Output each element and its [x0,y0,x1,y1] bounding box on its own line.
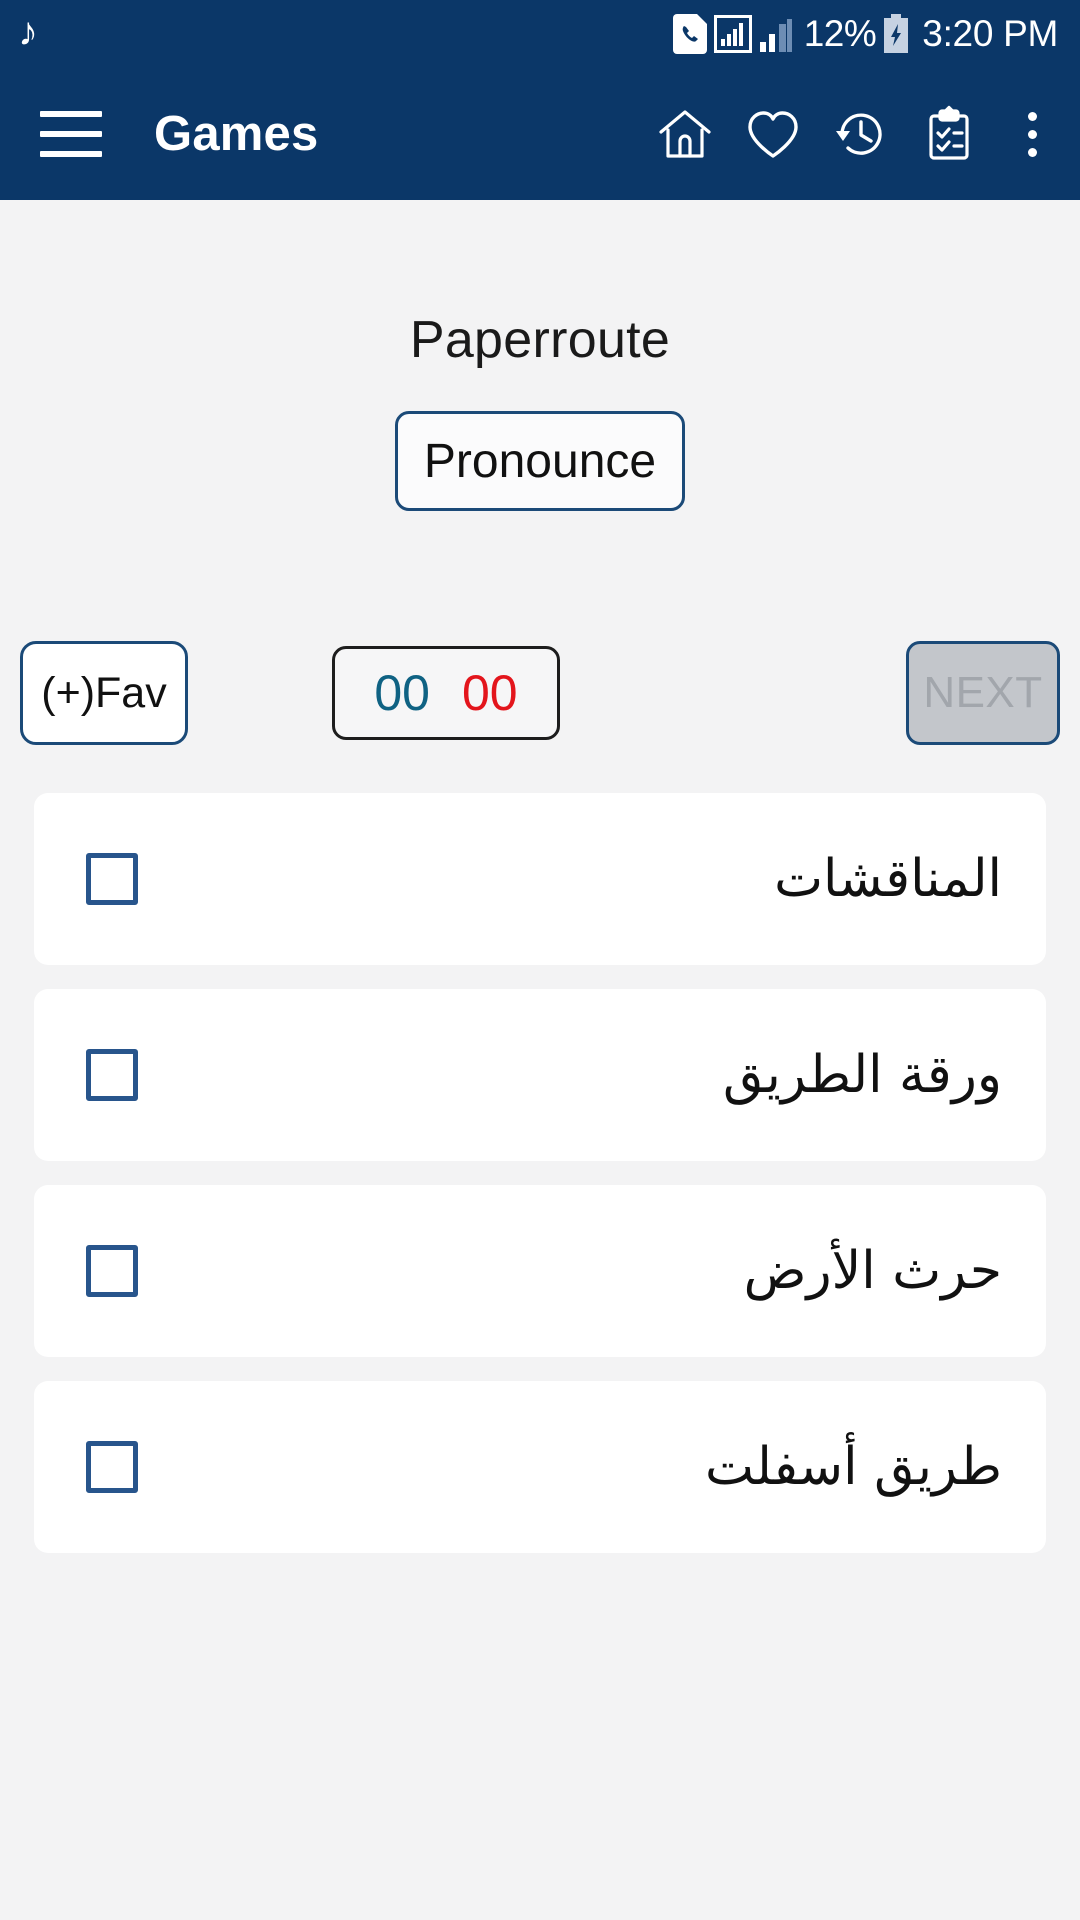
phone-sim-icon [672,14,707,54]
control-row: (+)Fav 00 00 NEXT [0,641,1080,746]
battery-charging-icon [884,14,909,53]
option-row[interactable]: حرث الأرض [34,1185,1046,1358]
hamburger-line [40,151,102,157]
option-checkbox[interactable] [86,1441,138,1494]
hamburger-line [40,131,102,137]
score-display: 00 00 [332,646,560,741]
next-button-label: NEXT [923,668,1043,718]
word-prompt: Paperroute [409,311,671,369]
history-icon[interactable] [830,103,892,165]
app-bar: Games [0,68,1080,200]
add-favourite-label: (+)Fav [41,668,167,717]
score-correct: 00 [374,665,430,722]
signal-bars-icon [759,19,792,52]
option-label: حرث الأرض [743,1240,1002,1301]
battery-percent-label: 12% [803,13,877,54]
option-checkbox[interactable] [86,853,138,906]
status-bar: ♪ 12% 3:20 PM [0,0,1080,68]
overflow-dot [1027,111,1037,121]
page-title: Games [154,107,319,161]
overflow-dot [1027,129,1037,139]
hamburger-menu-icon[interactable] [40,111,102,157]
next-button[interactable]: NEXT [906,641,1060,746]
option-checkbox[interactable] [86,1245,138,1298]
option-label: ورقة الطريق [723,1044,1002,1105]
status-bar-right: 12% 3:20 PM [672,13,1058,55]
heart-icon[interactable] [742,103,804,165]
home-icon[interactable] [654,103,716,165]
option-row[interactable]: طريق أسفلت [34,1381,1046,1554]
option-checkbox[interactable] [86,1049,138,1102]
option-row[interactable]: ورقة الطريق [34,989,1046,1162]
overflow-menu-icon[interactable] [1010,103,1054,165]
status-bar-left: ♪ [18,10,673,54]
clipboard-checklist-icon[interactable] [918,103,980,165]
word-block: Paperroute Pronounce [0,200,1080,512]
add-favourite-button[interactable]: (+)Fav [20,641,188,746]
score-wrong: 00 [462,665,518,722]
pronounce-button-label: Pronounce [423,434,657,488]
music-note-icon: ♪ [18,10,38,54]
option-row[interactable]: المناقشات [34,793,1046,966]
clock-label: 3:20 PM [922,13,1058,54]
option-label: المناقشات [774,848,1002,909]
main-content: Paperroute Pronounce (+)Fav 00 00 NEXT ا… [0,200,1080,1920]
option-label: طريق أسفلت [704,1436,1002,1497]
overflow-dot [1027,147,1037,157]
app-bar-actions [654,103,1054,165]
hamburger-line [40,111,102,117]
pronounce-button[interactable]: Pronounce [394,411,686,512]
option-list: المناقشات ورقة الطريق حرث الأرض طريق أسف… [0,793,1080,1920]
signal-bars-boxed-icon [713,15,752,53]
